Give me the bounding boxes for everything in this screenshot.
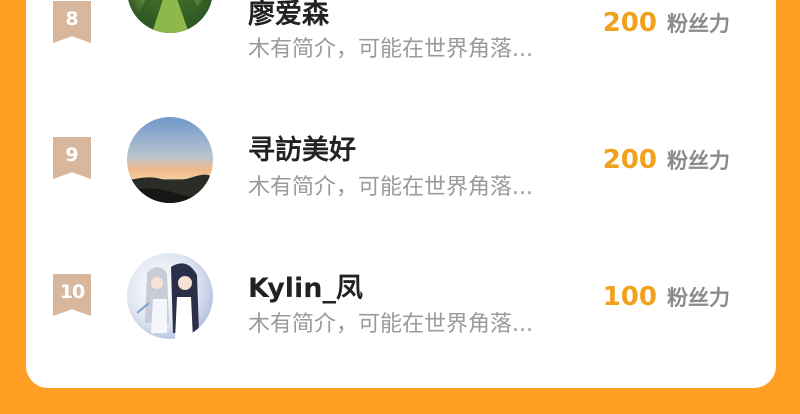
rank-badge: 9 <box>53 137 91 179</box>
user-intro: 木有简介，可能在世界角落... <box>248 312 533 337</box>
user-name[interactable]: 廖爱森 <box>248 0 329 31</box>
user-intro: 木有简介，可能在世界角落... <box>248 175 533 200</box>
fans-unit: 粉丝力 <box>667 12 730 36</box>
user-name[interactable]: Kylin_凤 <box>248 266 363 305</box>
avatar[interactable] <box>127 0 213 33</box>
ranking-row[interactable]: 9 寻訪美好 木有简介，可能在世界角落... 200 粉丝力 <box>26 105 776 205</box>
fans-score: 200 粉丝力 <box>603 145 730 175</box>
fans-count: 200 <box>602 145 657 175</box>
ranking-row[interactable]: 10 Kylin_凤 木有简介，可能在世界角落... 100 粉丝力 <box>26 242 776 342</box>
rank-badge: 10 <box>53 274 91 316</box>
fans-unit: 粉丝力 <box>667 286 730 310</box>
fans-score: 200 粉丝力 <box>603 8 730 38</box>
ranking-list-card: 8 廖爱森 木有简介，可能在世界角落... 200 粉丝力 9 寻訪美好 木有简… <box>26 0 776 388</box>
user-intro: 木有简介，可能在世界角落... <box>248 37 533 62</box>
avatar[interactable] <box>127 253 213 339</box>
rank-badge: 8 <box>53 1 91 43</box>
fans-score: 100 粉丝力 <box>603 282 730 312</box>
ranking-row[interactable]: 8 廖爱森 木有简介，可能在世界角落... 200 粉丝力 <box>26 0 776 70</box>
fans-unit: 粉丝力 <box>667 149 730 173</box>
green-armored-warrior-avatar-icon <box>127 0 213 33</box>
fans-count: 100 <box>602 282 657 312</box>
avatar[interactable] <box>127 117 213 203</box>
sunset-landscape-avatar-icon <box>127 117 213 203</box>
user-name[interactable]: 寻訪美好 <box>248 128 356 167</box>
anime-characters-avatar-icon <box>127 253 213 339</box>
fans-count: 200 <box>602 8 657 38</box>
